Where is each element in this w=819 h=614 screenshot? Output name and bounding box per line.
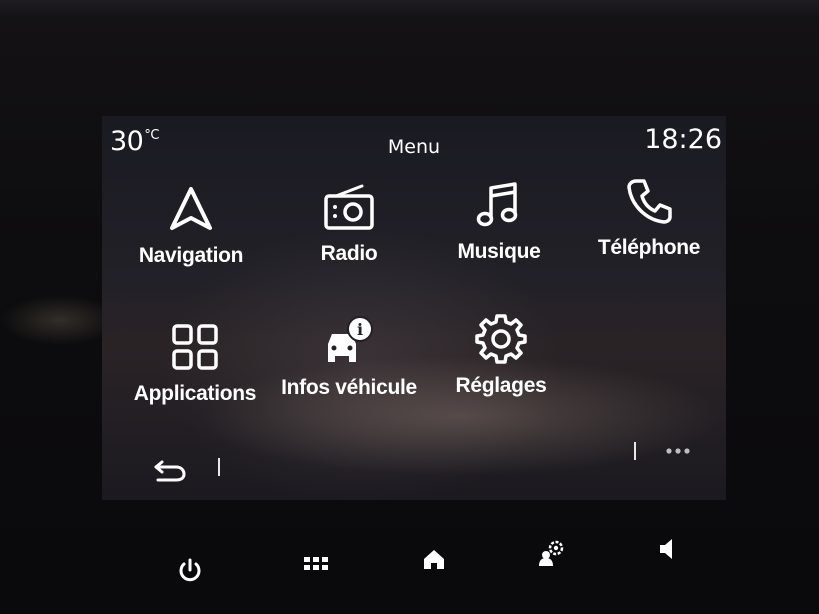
- touch-screen: 30°C Menu 18:26 Navigation Radio Musique…: [102, 116, 726, 500]
- home-button[interactable]: [414, 546, 454, 586]
- more-dots-icon: [666, 448, 690, 454]
- menu-grid-icon: [304, 557, 328, 570]
- menu-item-label: Musique: [457, 240, 541, 263]
- menu-item-applications[interactable]: Applications: [120, 322, 270, 406]
- navigation-arrow-icon: [170, 187, 212, 230]
- music-note-icon: [476, 182, 518, 227]
- menu-hardware-button[interactable]: [296, 546, 336, 586]
- menu-item-telephone[interactable]: Téléphone: [574, 176, 724, 260]
- phone-icon: [627, 179, 672, 224]
- menu-item-label: Réglages: [455, 374, 547, 397]
- menu-item-musique[interactable]: Musique: [424, 180, 574, 264]
- bottom-divider-left: [218, 458, 220, 476]
- radio-icon: [324, 184, 374, 230]
- gear-icon: [475, 314, 527, 364]
- menu-item-navigation[interactable]: Navigation: [116, 184, 266, 268]
- menu-item-label: Navigation: [138, 244, 244, 267]
- back-arrow-icon: [154, 460, 186, 482]
- back-button[interactable]: [152, 456, 190, 484]
- settings-profile-button[interactable]: [532, 540, 572, 586]
- bottom-divider-right: [634, 442, 636, 460]
- home-icon: [424, 550, 444, 569]
- settings-profile-icon: [539, 540, 564, 566]
- more-button[interactable]: [664, 442, 694, 454]
- page-title: Menu: [387, 136, 441, 158]
- power-button[interactable]: [170, 546, 210, 586]
- volume-button[interactable]: [648, 539, 688, 586]
- infotainment-device: 30°C Menu 18:26 Navigation Radio Musique…: [0, 0, 819, 614]
- power-icon: [179, 558, 201, 582]
- clock: 18:26: [644, 124, 722, 155]
- svg-text:i: i: [357, 320, 363, 339]
- menu-item-reglages[interactable]: Réglages: [426, 312, 576, 398]
- menu-item-infos-vehicule[interactable]: i Infos véhicule: [274, 314, 424, 400]
- bezel-top: [0, 0, 819, 20]
- menu-item-label: Radio: [320, 242, 378, 265]
- menu-item-label: Infos véhicule: [281, 376, 417, 399]
- menu-item-label: Téléphone: [597, 236, 701, 259]
- vehicle-info-icon: i: [328, 316, 373, 362]
- menu-item-radio[interactable]: Radio: [274, 182, 424, 266]
- volume-icon: [660, 539, 672, 559]
- apps-grid-icon: [172, 324, 218, 370]
- menu-item-label: Applications: [133, 382, 257, 405]
